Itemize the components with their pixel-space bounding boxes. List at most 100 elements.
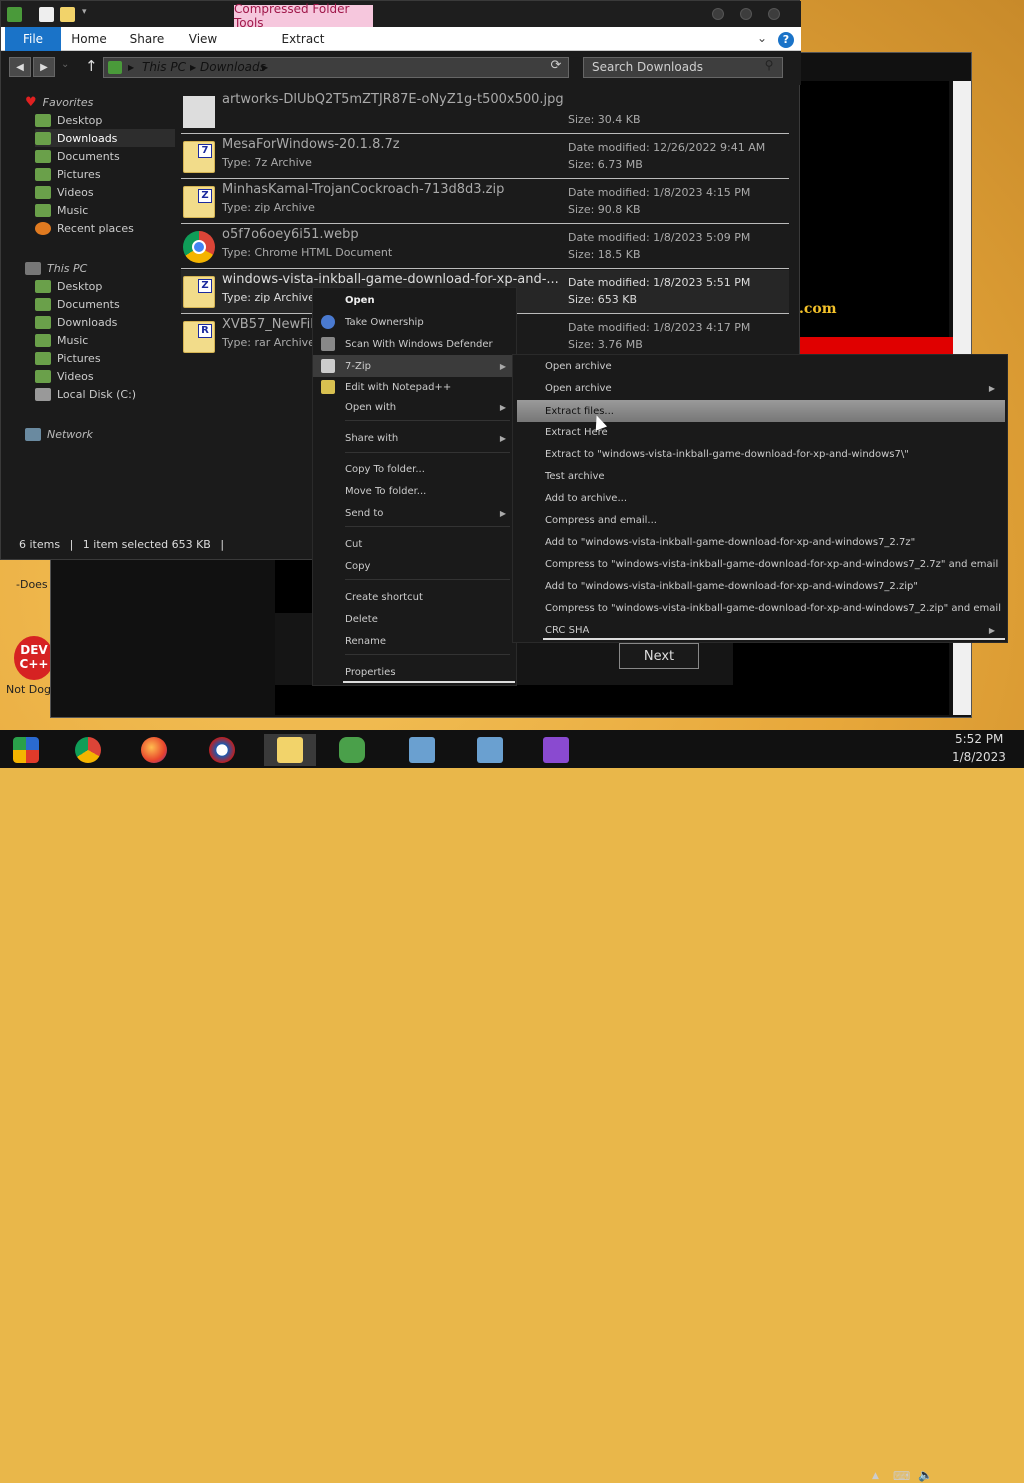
navigation-pane: ♥ Favorites Desktop Downloads Documents … [25,93,175,443]
nav-item-local-disk[interactable]: Local Disk (C:) [35,385,175,403]
nav-item-pictures[interactable]: Pictures [35,349,175,367]
next-button[interactable]: Next [619,643,699,669]
qat-dropdown-icon[interactable]: ▾ [82,7,87,17]
clock-time[interactable]: 5:52 PM [955,732,1003,746]
menu-item-delete[interactable]: Delete [313,608,518,630]
file-row[interactable]: artworks-DlUbQ2T5mZTJR87E-oNyZ1g-t500x50… [181,90,789,134]
folder-icon [7,7,22,22]
maximize-button[interactable] [740,8,752,20]
submenu-item-open-archive[interactable]: Open archive [513,355,1009,377]
nav-favorites[interactable]: ♥ Favorites [25,93,175,111]
taskbar-file-explorer[interactable] [264,734,316,766]
title-bar[interactable] [1,1,801,27]
submenu-item-add-to-7z[interactable]: Add to "windows-vista-inkball-game-downl… [513,531,1009,553]
menu-item-scan-defender[interactable]: Scan With Windows Defender [313,333,518,355]
up-arrow-icon[interactable]: ↑ [85,57,98,75]
submenu-item-test-archive[interactable]: Test archive [513,465,1009,487]
tab-extract[interactable]: Extract [241,27,365,51]
help-icon[interactable]: ? [778,32,794,48]
nav-item-downloads[interactable]: Downloads [35,313,175,331]
nav-item-documents[interactable]: Documents [35,295,175,313]
tab-share[interactable]: Share [123,27,171,51]
nav-item-desktop[interactable]: Desktop [35,277,175,295]
taskbar-installer-2[interactable] [468,734,512,766]
submenu-item-add-to-archive[interactable]: Add to archive... [513,487,1009,509]
forward-button[interactable]: ▶ [33,57,55,77]
nav-item-music[interactable]: Music [35,201,175,219]
menu-item-take-ownership[interactable]: Take Ownership [313,311,518,333]
app-logo-icon [209,737,235,763]
taskbar-visual-studio[interactable] [534,734,578,766]
address-bar[interactable]: ▶ This PC ▶ Downloads ▶ [103,57,569,78]
file-row[interactable]: o5f7o6oey6i51.webp Type: Chrome HTML Doc… [181,225,789,269]
menu-item-share-with[interactable]: Share with ▶ [313,427,518,449]
nav-item-downloads[interactable]: Downloads [35,129,175,147]
pictures-icon [35,351,51,365]
submenu-item-open-archive-more[interactable]: Open archive ▶ [513,377,1009,399]
menu-item-notepadpp[interactable]: Edit with Notepad++ [313,376,518,398]
search-icon[interactable]: ⚲ [757,58,781,77]
nav-item-documents[interactable]: Documents [35,147,175,165]
minimize-button[interactable] [712,8,724,20]
clock-date[interactable]: 1/8/2023 [952,750,1006,764]
nav-item-videos[interactable]: Videos [35,183,175,201]
submenu-item-compress-7z-email[interactable]: Compress to "windows-vista-inkball-game-… [513,553,1009,575]
submenu-item-compress-zip-email[interactable]: Compress to "windows-vista-inkball-game-… [513,597,1009,619]
taskbar-installer[interactable] [400,734,444,766]
menu-item-send-to[interactable]: Send to ▶ [313,502,518,524]
nav-network[interactable]: Network [25,425,175,443]
recent-dropdown-icon[interactable]: ⌄ [61,59,69,70]
taskbar-firefox[interactable] [132,734,176,766]
menu-item-move-to-folder[interactable]: Move To folder... [313,480,518,502]
submenu-item-extract-to[interactable]: Extract to "windows-vista-inkball-game-d… [513,443,1009,465]
chevron-right-icon: ▶ [499,508,506,518]
breadcrumb-downloads[interactable]: Downloads [200,60,266,74]
menu-item-properties[interactable]: Properties [313,661,518,683]
submenu-item-extract-files[interactable]: Extract files... [517,400,1005,422]
nav-item-videos[interactable]: Videos [35,367,175,385]
submenu-item-extract-here[interactable]: Extract Here [513,421,1009,443]
submenu-item-add-to-zip[interactable]: Add to "windows-vista-inkball-game-downl… [513,575,1009,597]
tab-view[interactable]: View [181,27,225,51]
taskbar-users[interactable] [330,734,374,766]
nav-item-desktop[interactable]: Desktop [35,111,175,129]
menu-item-7zip[interactable]: 7-Zip ▶ [313,355,518,377]
file-row[interactable]: Z MinhasKamal-TrojanCockroach-713d8d3.zi… [181,180,789,224]
close-button[interactable] [768,8,780,20]
volume-icon[interactable]: 🔈 [918,1468,933,1482]
menu-item-copy[interactable]: Copy [313,555,518,577]
taskbar-app[interactable] [200,734,244,766]
breadcrumb-this-pc[interactable]: This PC [142,60,186,74]
start-button[interactable] [4,734,48,766]
menu-item-create-shortcut[interactable]: Create shortcut [313,586,518,608]
nav-item-pictures[interactable]: Pictures [35,165,175,183]
refresh-icon[interactable]: ⟳ [545,58,567,77]
menu-item-open[interactable]: Open [313,289,518,311]
menu-item-open-with[interactable]: Open with ▶ [313,396,518,418]
documents-icon [35,297,51,311]
new-folder-icon[interactable] [60,7,75,22]
7zip-icon [321,359,335,373]
back-button[interactable]: ◀ [9,57,31,77]
search-input[interactable]: Search Downloads [583,57,783,78]
tab-home[interactable]: Home [67,27,111,51]
submenu-item-compress-email[interactable]: Compress and email... [513,509,1009,531]
chevron-down-icon[interactable]: ⌄ [757,31,767,45]
tray-expand-icon[interactable]: ▲ [872,1471,879,1481]
tab-file[interactable]: File [5,27,61,51]
file-row[interactable]: 7 MesaForWindows-20.1.8.7z Type: 7z Arch… [181,135,789,179]
nav-item-music[interactable]: Music [35,331,175,349]
network-status-icon[interactable]: ⌨ [893,1469,910,1483]
menu-item-copy-to-folder[interactable]: Copy To folder... [313,458,518,480]
videos-icon [35,185,51,199]
properties-icon[interactable] [39,7,54,22]
nav-item-recent-places[interactable]: Recent places [35,219,175,237]
chevron-right-icon: ▶ [988,625,995,635]
nav-this-pc[interactable]: This PC [25,259,175,277]
taskbar-chrome[interactable] [66,734,110,766]
menu-item-rename[interactable]: Rename [313,630,518,652]
devcpp-icon[interactable]: DEV C++ [14,636,54,680]
pc-icon [108,61,122,74]
menu-item-cut[interactable]: Cut [313,533,518,555]
zip-archive-icon: Z [183,276,215,308]
